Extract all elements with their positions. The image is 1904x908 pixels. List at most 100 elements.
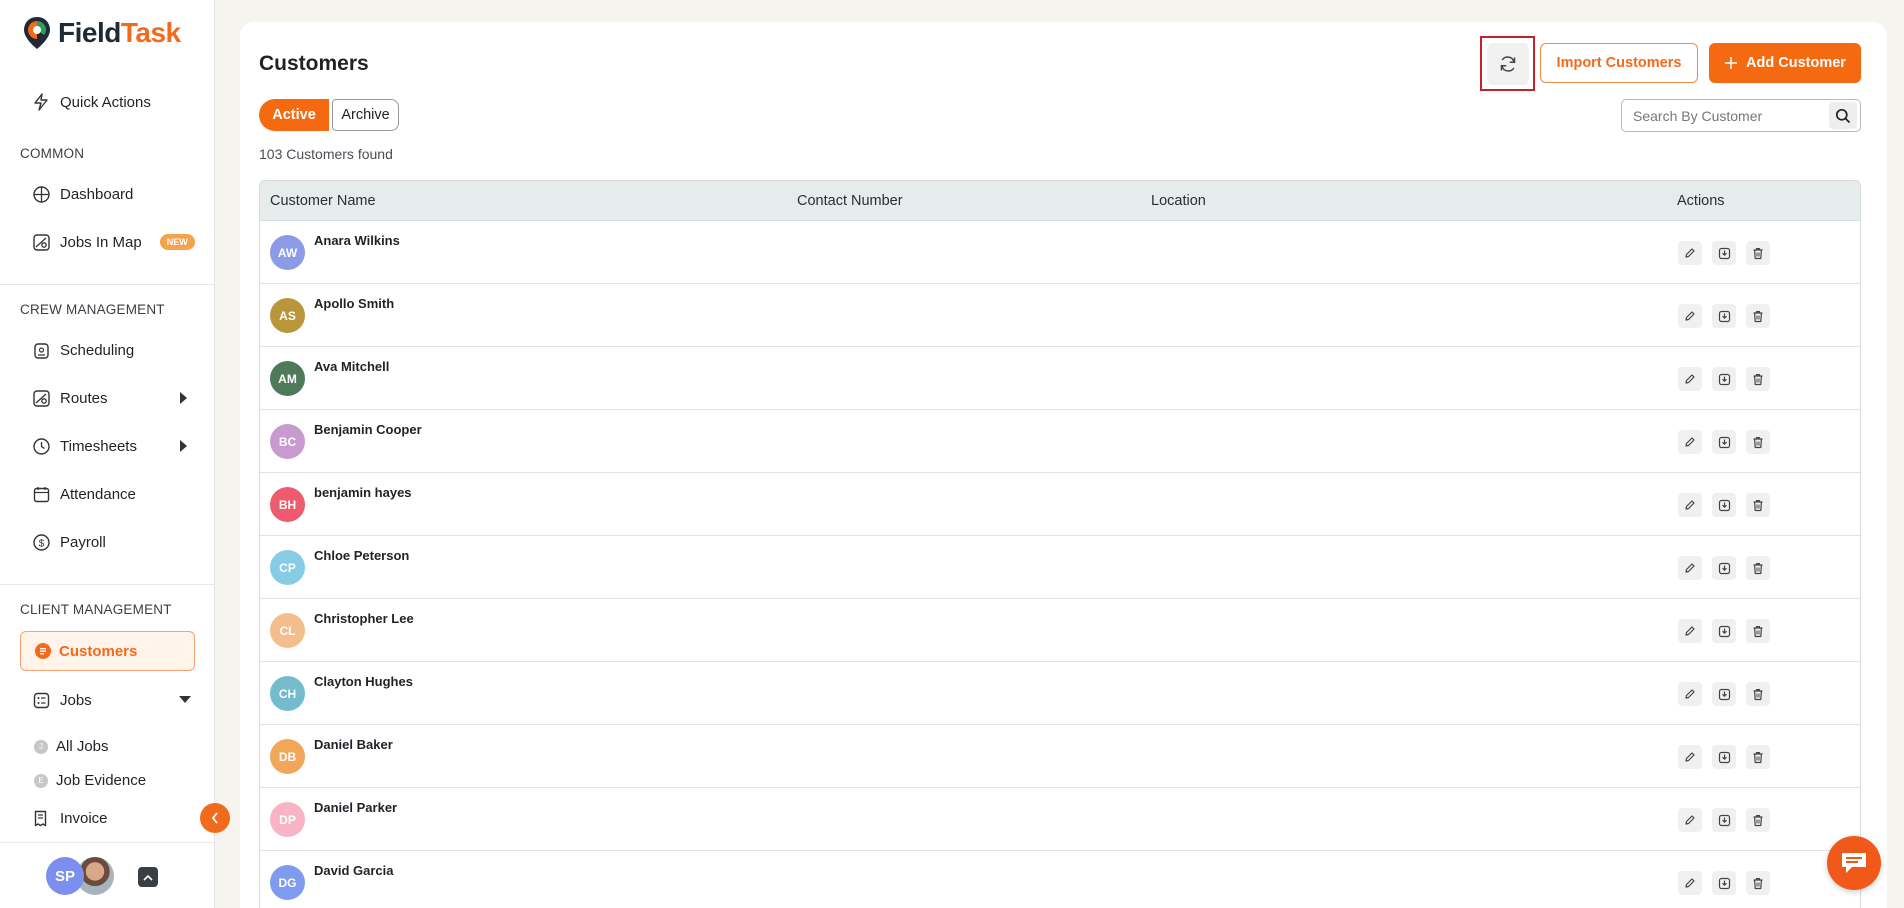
- pencil-icon: [1685, 374, 1695, 384]
- location-pin-icon: [24, 17, 50, 49]
- delete-button[interactable]: [1746, 493, 1770, 517]
- search-input[interactable]: [1622, 107, 1829, 124]
- archive-button[interactable]: [1712, 682, 1736, 706]
- import-customers-button[interactable]: Import Customers: [1540, 43, 1698, 83]
- customer-name[interactable]: Christopher Lee: [314, 611, 414, 626]
- table-row[interactable]: DB Daniel Baker: [260, 725, 1860, 788]
- column-header-location[interactable]: Location: [1151, 193, 1206, 209]
- edit-button[interactable]: [1678, 430, 1702, 454]
- customer-name[interactable]: benjamin hayes: [314, 485, 412, 500]
- edit-button[interactable]: [1678, 619, 1702, 643]
- delete-button[interactable]: [1746, 871, 1770, 895]
- sidebar-item-jobs-in-map[interactable]: Jobs In Map NEW: [32, 227, 195, 257]
- sidebar-item-scheduling[interactable]: Scheduling: [32, 335, 134, 365]
- table-row[interactable]: AS Apollo Smith: [260, 284, 1860, 347]
- customer-name[interactable]: Benjamin Cooper: [314, 422, 422, 437]
- pencil-icon: [1685, 248, 1695, 258]
- all-jobs-dot-icon: J: [34, 739, 48, 754]
- refresh-button[interactable]: [1480, 36, 1535, 91]
- table-row[interactable]: AM Ava Mitchell: [260, 347, 1860, 410]
- table-row[interactable]: BH benjamin hayes: [260, 473, 1860, 536]
- edit-button[interactable]: [1678, 682, 1702, 706]
- timesheets-expand-caret-icon[interactable]: [180, 440, 187, 452]
- archive-button[interactable]: [1712, 430, 1736, 454]
- customer-avatar: BC: [270, 424, 305, 459]
- delete-button[interactable]: [1746, 619, 1770, 643]
- tab-active[interactable]: Active: [259, 99, 329, 131]
- sidebar-item-timesheets[interactable]: Timesheets: [32, 431, 137, 461]
- sidebar-item-jobs[interactable]: Jobs: [32, 685, 92, 715]
- sidebar-item-dashboard[interactable]: Dashboard: [32, 179, 133, 209]
- delete-button[interactable]: [1746, 682, 1770, 706]
- archive-button[interactable]: [1712, 619, 1736, 643]
- edit-button[interactable]: [1678, 745, 1702, 769]
- table-row[interactable]: BC Benjamin Cooper: [260, 410, 1860, 473]
- delete-button[interactable]: [1746, 241, 1770, 265]
- edit-button[interactable]: [1678, 556, 1702, 580]
- delete-button[interactable]: [1746, 808, 1770, 832]
- routes-icon: [32, 389, 50, 407]
- delete-button[interactable]: [1746, 745, 1770, 769]
- archive-button[interactable]: [1712, 871, 1736, 895]
- table-row[interactable]: CH Clayton Hughes: [260, 662, 1860, 725]
- customer-name[interactable]: Ava Mitchell: [314, 359, 389, 374]
- jobs-collapse-caret-icon[interactable]: [179, 696, 191, 703]
- archive-button[interactable]: [1712, 745, 1736, 769]
- edit-button[interactable]: [1678, 871, 1702, 895]
- edit-button[interactable]: [1678, 493, 1702, 517]
- sidebar-item-routes[interactable]: Routes: [32, 383, 108, 413]
- sidebar-subitem-job-evidence[interactable]: E Job Evidence: [34, 772, 146, 789]
- brand-logo[interactable]: FieldTask: [22, 16, 181, 50]
- sidebar-collapse-button[interactable]: [200, 803, 230, 833]
- delete-button[interactable]: [1746, 304, 1770, 328]
- row-actions: [1678, 808, 1770, 832]
- user-avatar-initials[interactable]: SP: [46, 857, 84, 895]
- add-customer-button[interactable]: Add Customer: [1709, 43, 1861, 83]
- customer-name[interactable]: Daniel Parker: [314, 800, 397, 815]
- edit-button[interactable]: [1678, 367, 1702, 391]
- archive-button[interactable]: [1712, 367, 1736, 391]
- sidebar-item-payroll[interactable]: $ Payroll: [32, 527, 106, 557]
- customer-name[interactable]: David Garcia: [314, 863, 394, 878]
- customer-avatar: AW: [270, 235, 305, 270]
- customer-name[interactable]: Daniel Baker: [314, 737, 393, 752]
- customer-name[interactable]: Apollo Smith: [314, 296, 394, 311]
- user-menu-toggle-button[interactable]: [138, 867, 158, 887]
- customer-name[interactable]: Clayton Hughes: [314, 674, 413, 689]
- row-actions: [1678, 745, 1770, 769]
- customer-avatar: AM: [270, 361, 305, 396]
- sidebar-subitem-all-jobs[interactable]: J All Jobs: [34, 738, 109, 755]
- delete-button[interactable]: [1746, 367, 1770, 391]
- customer-name[interactable]: Anara Wilkins: [314, 233, 400, 248]
- sidebar-item-customers[interactable]: Customers: [20, 631, 195, 671]
- delete-button[interactable]: [1746, 556, 1770, 580]
- search-box: [1621, 99, 1861, 132]
- customer-name[interactable]: Chloe Peterson: [314, 548, 409, 563]
- archive-button[interactable]: [1712, 241, 1736, 265]
- trash-icon: [1753, 688, 1763, 700]
- delete-button[interactable]: [1746, 430, 1770, 454]
- sidebar-item-invoice[interactable]: Invoice: [32, 803, 108, 833]
- column-header-customer-name[interactable]: Customer Name: [270, 193, 376, 209]
- edit-button[interactable]: [1678, 241, 1702, 265]
- table-row[interactable]: CP Chloe Peterson: [260, 536, 1860, 599]
- edit-button[interactable]: [1678, 304, 1702, 328]
- table-row[interactable]: DP Daniel Parker: [260, 788, 1860, 851]
- routes-expand-caret-icon[interactable]: [180, 392, 187, 404]
- sidebar-item-attendance[interactable]: Attendance: [32, 479, 136, 509]
- table-row[interactable]: DG David Garcia: [260, 851, 1860, 908]
- edit-button[interactable]: [1678, 808, 1702, 832]
- archive-button[interactable]: [1712, 556, 1736, 580]
- archive-button[interactable]: [1712, 808, 1736, 832]
- sidebar-item-quick-actions[interactable]: Quick Actions: [32, 87, 151, 117]
- table-row[interactable]: AW Anara Wilkins: [260, 221, 1860, 284]
- archive-download-icon: [1718, 562, 1730, 574]
- archive-button[interactable]: [1712, 304, 1736, 328]
- table-row[interactable]: CL Christopher Lee: [260, 599, 1860, 662]
- tab-archive[interactable]: Archive: [332, 99, 399, 131]
- archive-button[interactable]: [1712, 493, 1736, 517]
- customer-icon: [35, 643, 51, 659]
- chat-support-button[interactable]: [1827, 836, 1881, 890]
- column-header-contact-number[interactable]: Contact Number: [797, 193, 903, 209]
- search-button[interactable]: [1829, 102, 1857, 129]
